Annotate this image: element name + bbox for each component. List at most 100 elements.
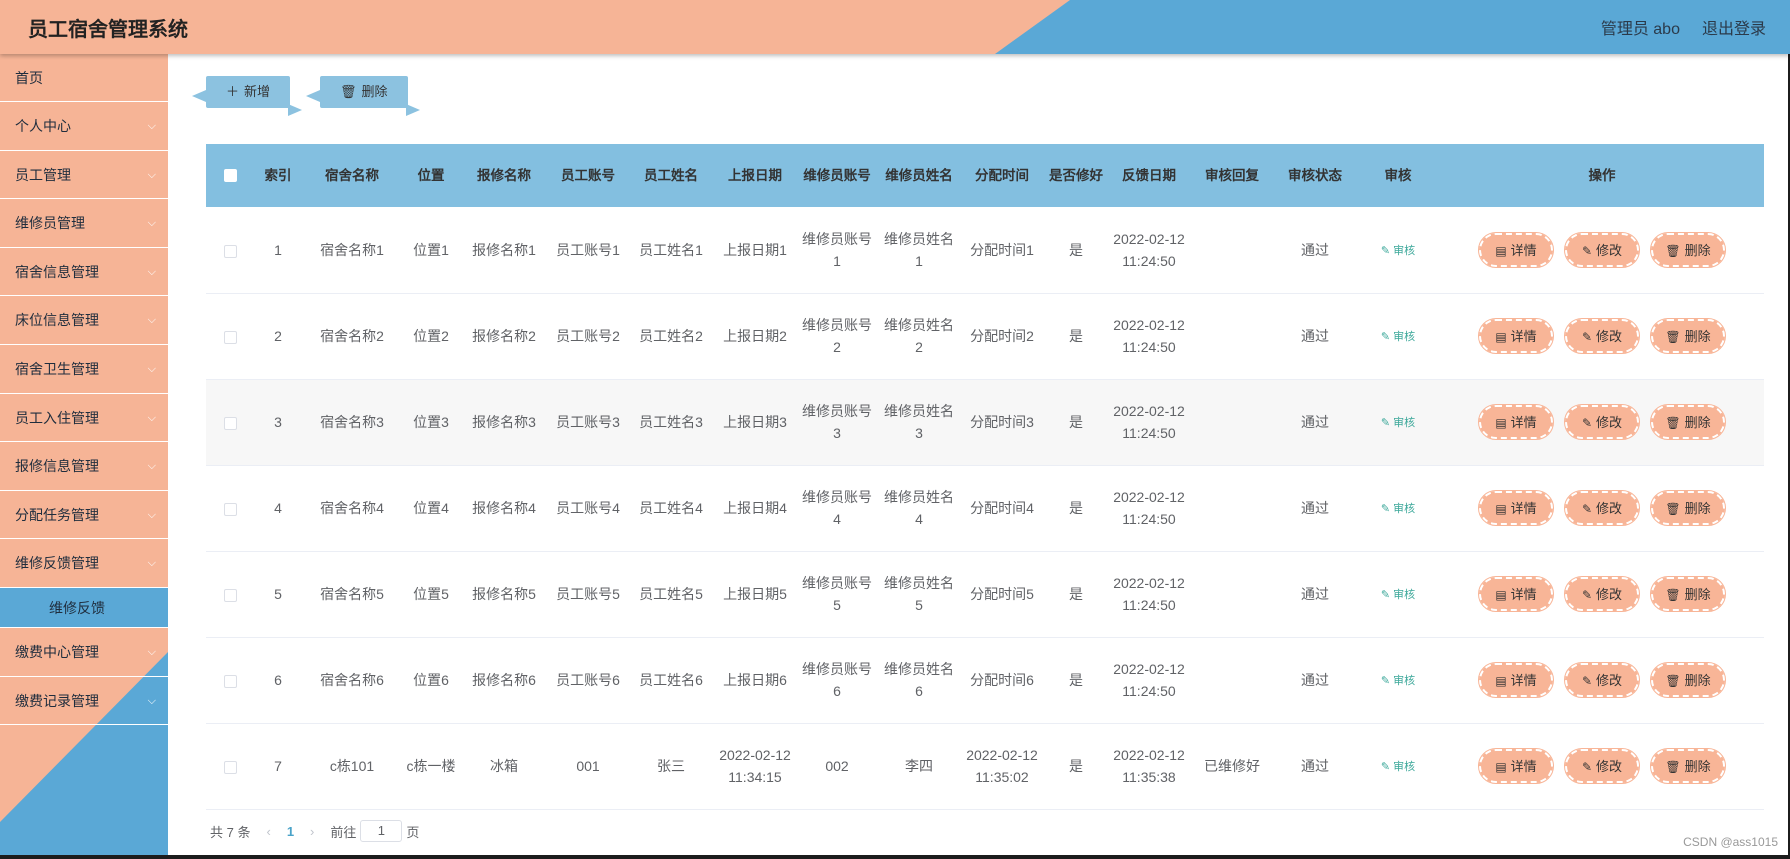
row-delete-button[interactable]: 🗑 删除 bbox=[1650, 318, 1726, 354]
cell-location: 位置2 bbox=[402, 293, 460, 380]
sidebar-item[interactable]: 宿舍卫生管理 ⌵ bbox=[0, 345, 168, 394]
detail-button[interactable]: ▤ 详情 bbox=[1478, 748, 1554, 784]
cell-name: 员工姓名3 bbox=[628, 379, 714, 466]
delete-button-label: 删除 bbox=[361, 84, 388, 99]
row-delete-button[interactable]: 🗑 删除 bbox=[1650, 662, 1726, 698]
add-button[interactable]: ＋ 新增 bbox=[191, 76, 303, 116]
sidebar-item-label: 缴费中心管理 bbox=[15, 643, 99, 660]
sidebar-item[interactable]: 维修反馈管理 ⌵ bbox=[0, 539, 168, 588]
cell-reply bbox=[1190, 465, 1274, 552]
detail-label: 详情 bbox=[1510, 759, 1537, 774]
row-delete-button[interactable]: 🗑 删除 bbox=[1650, 576, 1726, 612]
detail-button[interactable]: ▤ 详情 bbox=[1478, 318, 1554, 354]
sidebar-item[interactable]: 缴费记录管理 ⌵ bbox=[0, 677, 168, 726]
column-header: 报修名称 bbox=[477, 167, 531, 183]
row-delete-button[interactable]: 🗑 删除 bbox=[1650, 404, 1726, 440]
header-select-all bbox=[206, 144, 254, 207]
row-checkbox[interactable] bbox=[223, 416, 237, 430]
cell-dorm: 宿舍名称5 bbox=[302, 551, 402, 638]
row-delete-button[interactable]: 🗑 删除 bbox=[1650, 490, 1726, 526]
edit-icon: ✎ bbox=[1380, 675, 1394, 687]
audit-link[interactable]: ✎ 审核 bbox=[1381, 761, 1415, 773]
next-page-icon[interactable]: › bbox=[310, 824, 314, 839]
edit-button[interactable]: ✎ 修改 bbox=[1564, 404, 1640, 440]
sidebar-item[interactable]: 个人中心 ⌵ bbox=[0, 102, 168, 151]
submenu-item-repair-feedback[interactable]: 维修反馈 bbox=[0, 587, 168, 628]
delete-label: 删除 bbox=[1684, 673, 1711, 688]
pencil-icon: ✎ bbox=[1581, 674, 1593, 688]
edit-label: 修改 bbox=[1596, 242, 1623, 258]
row-delete-button[interactable]: 🗑 删除 bbox=[1650, 748, 1726, 784]
audit-link[interactable]: ✎ 审核 bbox=[1381, 417, 1415, 429]
edit-button[interactable]: ✎ 修改 bbox=[1564, 576, 1640, 612]
goto-page-input[interactable]: 1 bbox=[360, 820, 403, 842]
sidebar-item[interactable]: 缴费中心管理 ⌵ bbox=[0, 628, 168, 677]
sidebar-item[interactable]: 首页 bbox=[0, 54, 168, 102]
detail-button[interactable]: ▤ 详情 bbox=[1478, 662, 1554, 698]
detail-label: 详情 bbox=[1510, 415, 1537, 430]
audit-link[interactable]: ✎ 审核 bbox=[1381, 675, 1415, 687]
row-checkbox[interactable] bbox=[223, 244, 237, 258]
cell-feedback-date: 2022-02-12 11:24:50 bbox=[1108, 379, 1190, 466]
prev-page-icon[interactable]: ‹ bbox=[266, 824, 270, 839]
edit-button[interactable]: ✎ 修改 bbox=[1564, 662, 1640, 698]
chevron-down-icon: ⌵ bbox=[147, 557, 156, 570]
audit-link[interactable]: ✎ 审核 bbox=[1381, 245, 1415, 257]
audit-link[interactable]: ✎ 审核 bbox=[1381, 589, 1415, 601]
table-header-row: 索引 宿舍名称 位置 报修名称 员工账号 员工姓名 上报日期 维修员账号 维修员姓名 分配时间 是否… bbox=[206, 144, 1764, 207]
cell-feedback-date: 2022-02-12 11:24:50 bbox=[1108, 293, 1190, 380]
edit-button[interactable]: ✎ 修改 bbox=[1564, 318, 1640, 354]
cell-report-date: 上报日期4 bbox=[714, 465, 796, 552]
audit-link[interactable]: ✎ 审核 bbox=[1381, 503, 1415, 515]
detail-button[interactable]: ▤ 详情 bbox=[1478, 576, 1554, 612]
cell-account: 员工账号3 bbox=[548, 379, 628, 466]
sidebar-item[interactable]: 分配任务管理 ⌵ bbox=[0, 491, 168, 540]
logout-link[interactable]: 退出登录 bbox=[1702, 15, 1766, 39]
sidebar-item[interactable]: 报修信息管理 ⌵ bbox=[0, 442, 168, 491]
row-checkbox[interactable] bbox=[223, 330, 237, 344]
cell-assign-time: 2022-02-12 11:35:02 bbox=[960, 723, 1044, 810]
row-checkbox[interactable] bbox=[223, 674, 237, 688]
edit-button[interactable]: ✎ 修改 bbox=[1564, 490, 1640, 526]
select-all-checkbox[interactable] bbox=[223, 169, 237, 183]
cell-report-date: 上报日期6 bbox=[714, 637, 796, 724]
delete-button[interactable]: 🗑 删除 bbox=[306, 76, 420, 116]
cell-worker-name: 维修员姓名3 bbox=[878, 379, 960, 466]
cell-assign-time: 分配时间3 bbox=[960, 379, 1044, 466]
sidebar-item[interactable]: 床位信息管理 ⌵ bbox=[0, 296, 168, 345]
sidebar-item[interactable]: 员工管理 ⌵ bbox=[0, 151, 168, 200]
pagination: 共 7 条 ‹ 1 › 前往 1 页 bbox=[210, 820, 419, 842]
edit-button[interactable]: ✎ 修改 bbox=[1564, 748, 1640, 784]
detail-button[interactable]: ▤ 详情 bbox=[1478, 490, 1554, 526]
trash-icon: 🗑 bbox=[1665, 330, 1681, 344]
cell-feedback-date: 2022-02-12 11:24:50 bbox=[1108, 207, 1190, 294]
row-checkbox[interactable] bbox=[223, 502, 237, 516]
trash-icon: 🗑 bbox=[340, 84, 357, 99]
current-page[interactable]: 1 bbox=[287, 824, 294, 839]
edit-button[interactable]: ✎ 修改 bbox=[1564, 231, 1640, 268]
row-delete-button[interactable]: 🗑 删除 bbox=[1650, 231, 1726, 268]
delete-label: 删除 bbox=[1684, 759, 1711, 774]
cell-location: 位置6 bbox=[402, 637, 460, 724]
edit-icon: ✎ bbox=[1380, 589, 1394, 601]
sidebar-item[interactable]: 维修员管理 ⌵ bbox=[0, 199, 168, 248]
sidebar-item-label: 首页 bbox=[15, 70, 43, 86]
chevron-down-icon: ⌵ bbox=[147, 694, 156, 707]
cell-index: 6 bbox=[254, 637, 302, 724]
delete-label: 删除 bbox=[1684, 329, 1711, 344]
sidebar-item[interactable]: 宿舍信息管理 ⌵ bbox=[0, 248, 168, 297]
cell-worker-account: 维修员账号6 bbox=[796, 637, 878, 724]
cell-actions: ▤ 详情 ✎ 修改 🗑 删除 bbox=[1440, 551, 1764, 638]
audit-link[interactable]: ✎ 审核 bbox=[1381, 331, 1415, 343]
row-checkbox[interactable] bbox=[223, 760, 237, 774]
cell-assign-time: 分配时间5 bbox=[960, 551, 1044, 638]
sidebar-item[interactable]: 员工入住管理 ⌵ bbox=[0, 394, 168, 443]
table-row: 4 宿舍名称4 位置4 报修名称4 员工账号4 员工姓名4 上报日期4 维修员账号4 维修员姓名… bbox=[206, 465, 1764, 552]
detail-button[interactable]: ▤ 详情 bbox=[1478, 231, 1554, 268]
row-select-cell bbox=[206, 723, 254, 810]
feedback-table: 索引 宿舍名称 位置 报修名称 员工账号 员工姓名 上报日期 维修员账号 维修员姓名 分配时间 是否… bbox=[206, 144, 1764, 810]
row-checkbox[interactable] bbox=[223, 588, 237, 602]
cell-audit: ✎ 审核 bbox=[1356, 379, 1440, 466]
audit-label: 审核 bbox=[1393, 503, 1416, 515]
detail-button[interactable]: ▤ 详情 bbox=[1478, 404, 1554, 440]
